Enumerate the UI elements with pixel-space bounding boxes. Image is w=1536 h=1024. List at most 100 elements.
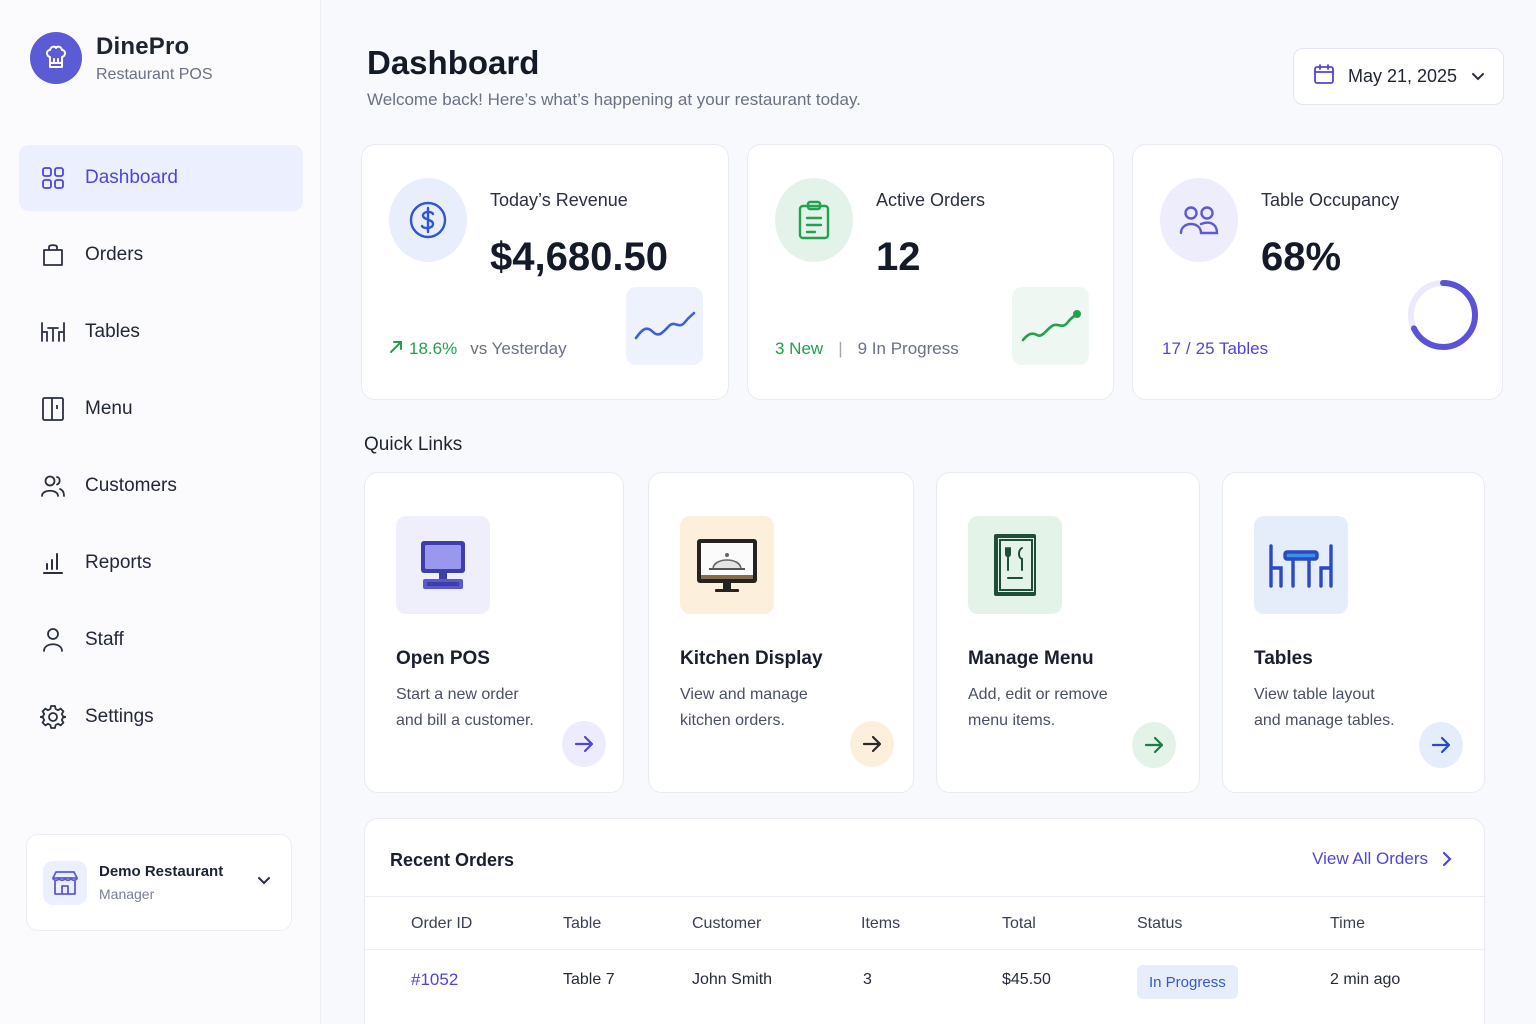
- sidebar-item-orders[interactable]: Orders: [19, 222, 303, 288]
- divider: [365, 896, 1484, 897]
- column-header: Total: [1002, 915, 1036, 932]
- recent-orders-panel: Recent Orders View All Orders Order ID T…: [364, 818, 1485, 1024]
- account-switcher[interactable]: Demo Restaurant Manager: [26, 834, 292, 931]
- sidebar-item-menu[interactable]: Menu: [19, 376, 303, 442]
- view-all-orders-label: View All Orders: [1312, 849, 1428, 868]
- revenue-sparkline: [626, 287, 703, 365]
- book-icon: [39, 395, 67, 423]
- quick-link-title: Open POS: [396, 648, 490, 669]
- active-orders-card[interactable]: Active Orders 12 3 New | 9 In Progress: [747, 144, 1114, 400]
- grid-icon: [39, 164, 67, 192]
- quick-link-description: Add, edit or remove menu items.: [968, 686, 1108, 729]
- occupied-count: 17: [1162, 339, 1181, 358]
- column-header: Items: [861, 915, 901, 932]
- divider: [365, 949, 1484, 950]
- brand-subtitle: Restaurant POS: [96, 65, 213, 83]
- chevron-down-icon: [1471, 69, 1485, 87]
- quick-link-title: Kitchen Display: [680, 648, 823, 669]
- order-id-link[interactable]: #1052: [411, 970, 458, 990]
- orders-separator: |: [838, 339, 843, 358]
- quick-link-description: Start a new order and bill a customer.: [396, 686, 534, 729]
- quick-link-open-pos[interactable]: Open POS Start a new order and bill a cu…: [364, 472, 624, 793]
- sidebar-item-settings[interactable]: Settings: [19, 684, 303, 750]
- sidebar-nav: Dashboard Orders Tables Menu Customers R…: [19, 145, 303, 761]
- view-all-orders-link[interactable]: View All Orders: [1312, 849, 1452, 869]
- users-icon: [1160, 178, 1238, 262]
- arrow-right-icon[interactable]: [562, 721, 606, 767]
- order-customer: John Smith: [692, 971, 773, 988]
- user-icon: [39, 626, 67, 654]
- bar-chart-icon: [39, 549, 67, 577]
- column-header: Time: [1330, 915, 1365, 932]
- sidebar-item-label: Dashboard: [85, 167, 178, 188]
- sidebar-item-dashboard[interactable]: Dashboard: [19, 145, 303, 211]
- column-header: Table: [563, 915, 602, 932]
- dining-table-icon: [1254, 516, 1348, 614]
- sidebar-item-label: Tables: [85, 321, 140, 342]
- occupancy-slash: /: [1185, 339, 1191, 358]
- chef-hat-icon: [30, 32, 82, 84]
- stat-value: 68%: [1261, 235, 1342, 279]
- sidebar-item-tables[interactable]: Tables: [19, 299, 303, 365]
- gear-icon: [39, 703, 67, 731]
- column-header: Order ID: [411, 915, 473, 932]
- pos-terminal-icon: [396, 516, 490, 614]
- table-row[interactable]: #1052 Table 7 John Smith 3 $45.50 In Pro…: [365, 965, 1484, 1001]
- table-icon: [39, 318, 67, 346]
- sidebar-item-label: Menu: [85, 398, 133, 419]
- total-tables: 25 Tables: [1195, 339, 1269, 358]
- orders-in-progress: 9 In Progress: [857, 339, 959, 358]
- sidebar-item-label: Settings: [85, 706, 154, 727]
- menu-book-icon: [968, 516, 1062, 614]
- arrow-right-icon[interactable]: [1132, 722, 1176, 768]
- quick-link-title: Manage Menu: [968, 648, 1094, 669]
- order-total: $45.50: [1002, 971, 1051, 988]
- calendar-icon: [1313, 63, 1335, 90]
- brand-name: DinePro: [96, 32, 190, 60]
- trend-up-icon: [389, 339, 403, 359]
- order-table: Table 7: [563, 971, 615, 988]
- column-header: Customer: [692, 915, 762, 932]
- dollar-icon: [389, 178, 467, 262]
- sidebar-item-label: Staff: [85, 629, 124, 650]
- orders-sparkline: [1012, 287, 1089, 365]
- table-header: Order ID Table Customer Items Total Stat…: [365, 915, 1484, 937]
- sidebar-item-reports[interactable]: Reports: [19, 530, 303, 596]
- column-header: Status: [1137, 915, 1183, 932]
- order-time: 2 min ago: [1330, 971, 1401, 988]
- occupancy-card[interactable]: Table Occupancy 68% 17 / 25 Tables: [1132, 144, 1503, 400]
- clipboard-icon: [775, 178, 853, 262]
- sidebar: DinePro Restaurant POS Dashboard Orders: [0, 0, 321, 1024]
- quick-link-tables[interactable]: Tables View table layout and manage tabl…: [1222, 472, 1485, 793]
- sidebar-item-label: Reports: [85, 552, 152, 573]
- kitchen-display-icon: [680, 516, 774, 614]
- arrow-right-icon[interactable]: [1419, 722, 1463, 768]
- revenue-card[interactable]: Today’s Revenue $4,680.50 18.6% vs Yeste…: [361, 144, 729, 400]
- bag-icon: [39, 241, 67, 269]
- sidebar-item-label: Orders: [85, 244, 144, 265]
- quick-links-title: Quick Links: [364, 434, 463, 455]
- quick-link-title: Tables: [1254, 648, 1313, 669]
- orders-new: 3 New: [775, 339, 824, 358]
- quick-link-manage-menu[interactable]: Manage Menu Add, edit or remove menu ite…: [936, 472, 1200, 793]
- stat-label: Active Orders: [876, 190, 986, 210]
- revenue-compare: vs Yesterday: [470, 339, 567, 358]
- order-items: 3: [863, 971, 872, 988]
- account-role: Manager: [99, 886, 155, 902]
- page-subtitle: Welcome back! Here’s what’s happening at…: [367, 90, 861, 109]
- arrow-right-icon[interactable]: [850, 721, 894, 767]
- stat-label: Table Occupancy: [1261, 190, 1400, 210]
- sidebar-item-label: Customers: [85, 475, 177, 496]
- recent-orders-title: Recent Orders: [390, 850, 515, 870]
- occupancy-ring: [1408, 280, 1478, 350]
- chevron-down-icon: [257, 873, 271, 891]
- quick-link-description: View table layout and manage tables.: [1254, 686, 1395, 729]
- sidebar-item-staff[interactable]: Staff: [19, 607, 303, 673]
- revenue-change: 18.6%: [409, 339, 458, 358]
- quick-link-kitchen-display[interactable]: Kitchen Display View and manage kitchen …: [648, 472, 914, 793]
- stat-label: Today’s Revenue: [490, 190, 628, 210]
- brand[interactable]: DinePro Restaurant POS: [30, 32, 213, 84]
- sidebar-item-customers[interactable]: Customers: [19, 453, 303, 519]
- date-picker[interactable]: May 21, 2025: [1293, 48, 1504, 105]
- status-badge: In Progress: [1137, 965, 1238, 999]
